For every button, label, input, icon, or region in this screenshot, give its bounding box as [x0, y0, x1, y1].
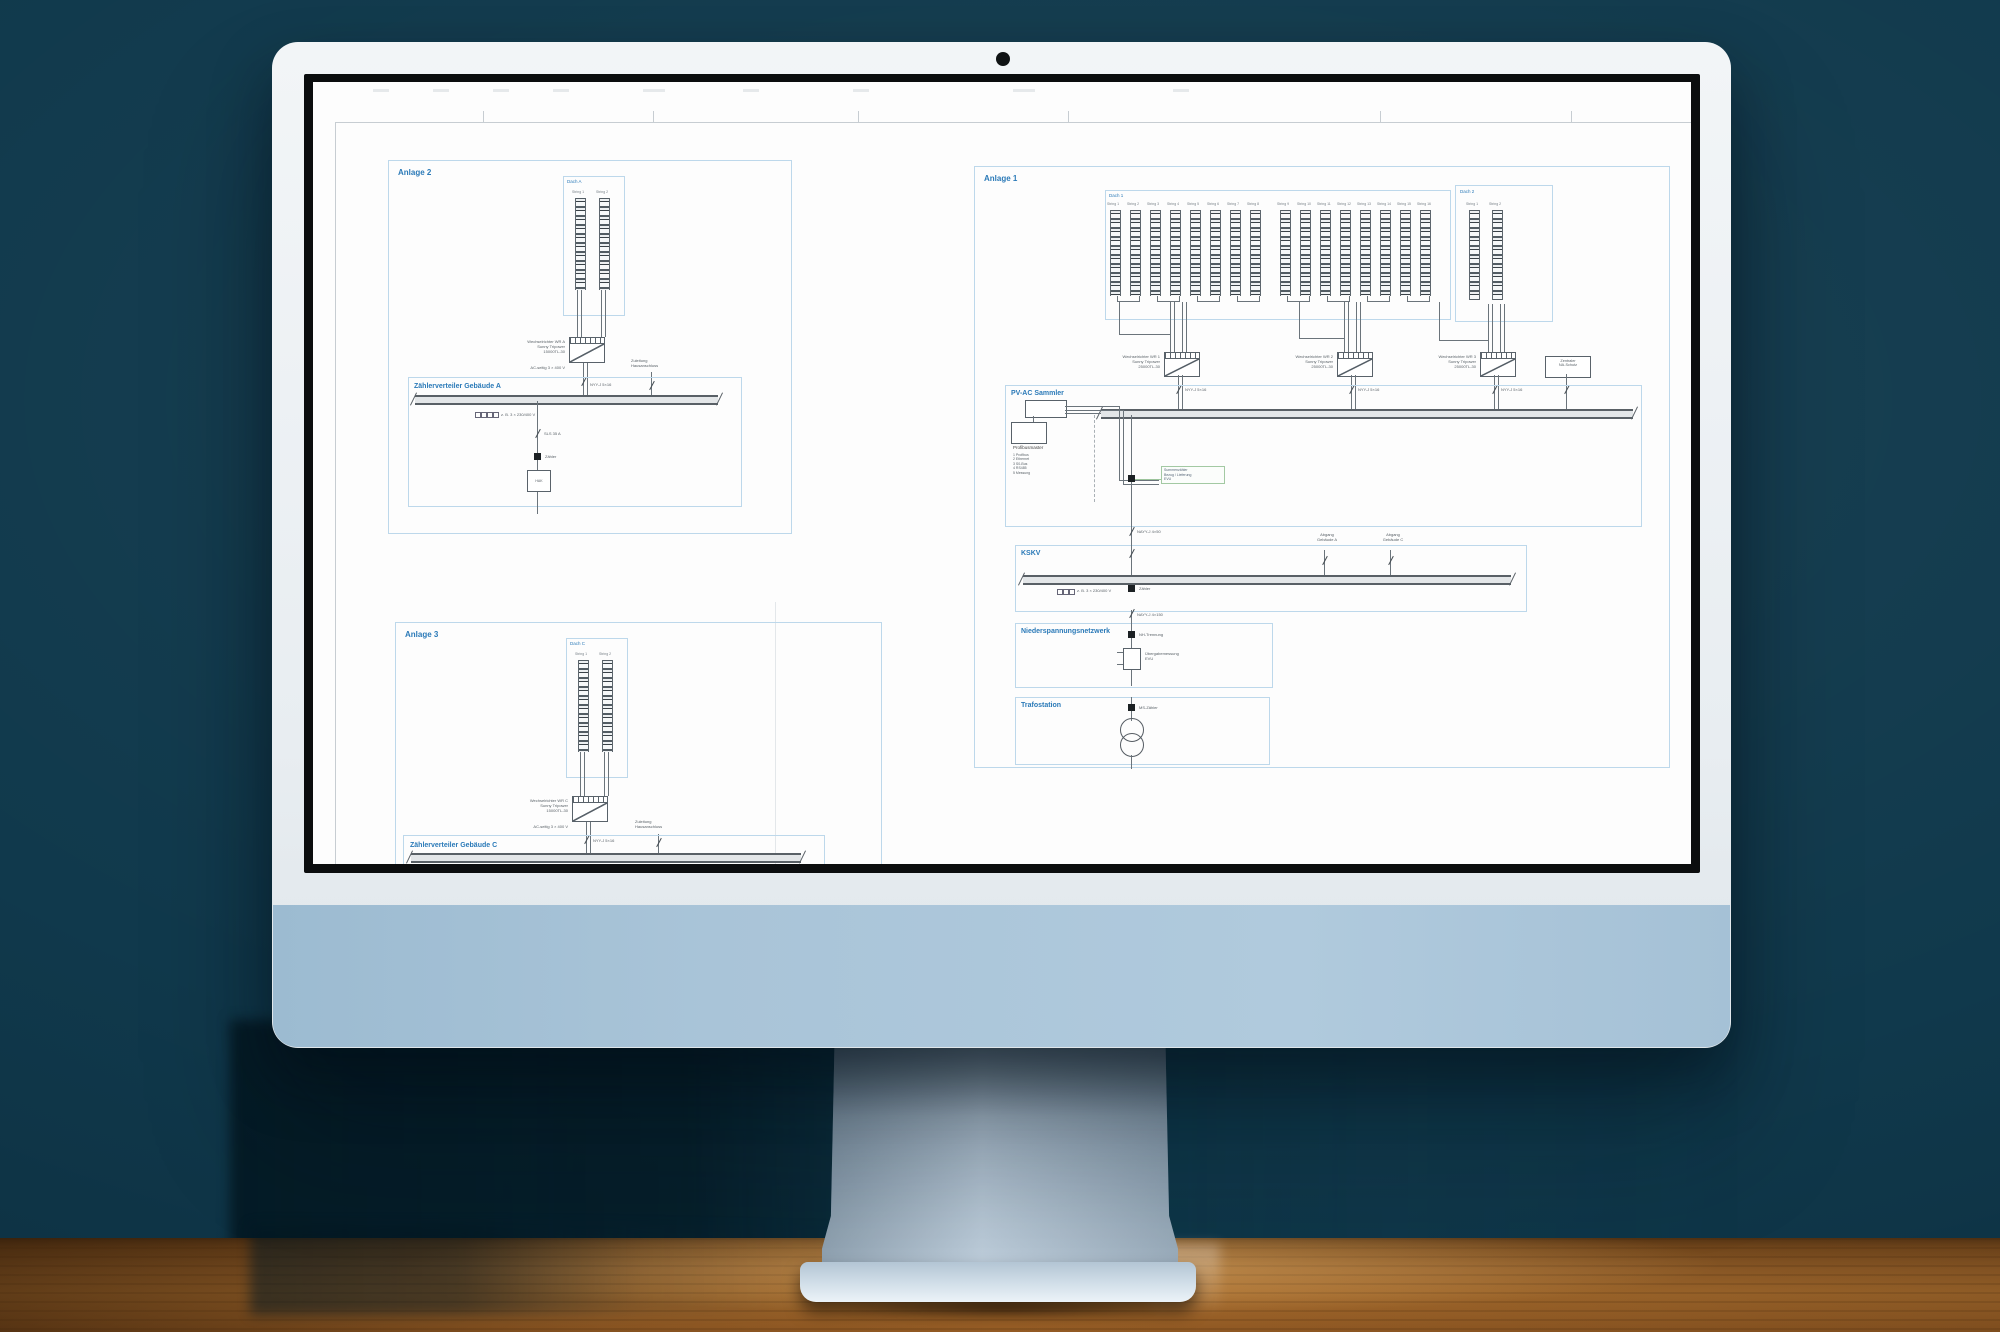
pv-string: String 1	[575, 190, 584, 290]
meter-icon	[1128, 475, 1135, 482]
pv-string: String 3	[1150, 202, 1159, 296]
anlage2-inverter[interactable]	[569, 337, 605, 363]
anlage3-title: Anlage 3	[405, 630, 438, 639]
anlage2-busbar	[415, 395, 718, 405]
anlage1-inverter1-label: Wechselrichter WR 1Sunny Tripower25000TL…	[1106, 354, 1160, 369]
display-screen: Anlage 2 Dach A String 1 String 2 Wechsel…	[313, 82, 1691, 864]
pv-string: String 10	[1300, 202, 1309, 296]
pv-string: String 8	[1250, 202, 1259, 296]
kskv-feeder-a-label: AbgangGebäude A	[1307, 532, 1347, 542]
anlage2-inverter-sublabel: AC-seitig 3 × 400 V	[513, 365, 565, 370]
anlage1-inverter-1[interactable]	[1164, 352, 1200, 377]
pv-string: String 2	[1492, 202, 1501, 300]
imac-stand-pedestal	[822, 1046, 1178, 1264]
na-protection-box[interactable]: ZentralerNA-Schutz	[1545, 356, 1591, 378]
pv-ac-busbar	[1101, 409, 1633, 419]
nsp-meter-label: NH-Trennung	[1139, 632, 1163, 637]
metering-note: SummenzählerBezug / LieferungEVU	[1161, 466, 1225, 484]
pv-string: String 12	[1340, 202, 1349, 296]
anlage3-roof-label: Dach C	[570, 641, 585, 646]
kskv-label: KSKV	[1021, 550, 1040, 557]
pv-string: String 2	[602, 652, 611, 752]
kskv-meter-label: Zähler	[1139, 586, 1150, 591]
sammler-down-label: NAYY-J 4×50	[1137, 529, 1161, 534]
kskv-feeder-c-label: AbgangGebäude C	[1373, 532, 1413, 542]
meter-icon	[534, 453, 541, 460]
anlage2-feed-label: ZuleitungHausanschluss	[631, 358, 658, 368]
nsp-device-label: ÜbergabemessungEVU	[1145, 651, 1179, 661]
webcam-icon	[996, 52, 1010, 66]
imac-stand-base	[800, 1262, 1196, 1302]
profibus-label: Profibusmaster	[1013, 445, 1043, 451]
pv-string: String 2	[599, 190, 608, 290]
anlage1-inverter2-label: Wechselrichter WR 2Sunny Tripower25000TL…	[1279, 354, 1333, 369]
pv-string: String 15	[1400, 202, 1409, 296]
pv-string: String 5	[1190, 202, 1199, 296]
datalogger-device[interactable]	[1025, 400, 1067, 418]
anlage3-inverter-sublabel: AC-seitig 3 × 400 V	[516, 824, 568, 829]
anlage3-busbox-label: Zählerverteiler Gebäude C	[410, 842, 497, 849]
pv-string: String 9	[1280, 202, 1289, 296]
profibus-device[interactable]	[1011, 422, 1047, 444]
anlage1-roof2-label: Dach 2	[1460, 189, 1474, 194]
anlage1-title: Anlage 1	[984, 174, 1017, 183]
diagram-canvas[interactable]: Anlage 2 Dach A String 1 String 2 Wechsel…	[313, 82, 1691, 864]
pv-string: String 2	[1130, 202, 1139, 296]
anlage1-roof1-label: Dach 1	[1109, 193, 1123, 198]
pv-string: String 1	[1469, 202, 1478, 300]
anlage1-inverter-3[interactable]	[1480, 352, 1516, 377]
anlage1-roof1-strings: String 1 String 2 String 3 String 4 String 5…	[1110, 202, 1429, 296]
meter-icon	[1128, 631, 1135, 638]
pv-ac-sammler-label: PV-AC Sammler	[1011, 390, 1064, 397]
pv-string: String 1	[578, 652, 587, 752]
pv-string: String 7	[1230, 202, 1239, 296]
pv-string: String 6	[1210, 202, 1219, 296]
kskv-busbar	[1023, 575, 1511, 585]
pv-string: String 14	[1380, 202, 1389, 296]
pv-string: String 11	[1320, 202, 1329, 296]
trafo-meter-label: MS-Zähler	[1139, 705, 1158, 710]
anlage2-string-group: String 1 String 2	[575, 190, 608, 290]
anlage3-inverter[interactable]	[572, 796, 608, 822]
trafo-label: Trafostation	[1021, 702, 1061, 709]
anlage1-inverter-2[interactable]	[1337, 352, 1373, 377]
kskv-system-label: z. B. 3 × 230/400 V	[1077, 588, 1111, 593]
anlage1-inverter3-label: Wechselrichter WR 3Sunny Tripower25000TL…	[1422, 354, 1476, 369]
anlage2-title: Anlage 2	[398, 168, 431, 177]
pv-string: String 4	[1170, 202, 1179, 296]
anlage3-feed-label: ZuleitungHausanschluss	[635, 819, 662, 829]
pv-string: String 13	[1360, 202, 1369, 296]
transformer-icon	[1120, 733, 1144, 757]
nsp-label: Niederspannungsnetzwerk	[1021, 628, 1110, 635]
scene: Anlage 2 Dach A String 1 String 2 Wechsel…	[0, 0, 2000, 1332]
anlage3-busbar	[411, 853, 801, 863]
kskv-down-label: NAYY-J 4×150	[1137, 612, 1163, 617]
anlage2-roof-label: Dach A	[567, 179, 582, 184]
pv-string: String 16	[1420, 202, 1429, 296]
anlage2-busbox-label: Zählerverteiler Gebäude A	[414, 383, 501, 390]
anlage3-inverter-label: Wechselrichter WR CSunny Tripower15000TL…	[510, 798, 568, 813]
anlage3-string-group: String 1 String 2	[578, 652, 611, 752]
meter-icon	[1128, 585, 1135, 592]
bus-legend: 1 Profibus2 Ethernet3 S0-Bus4 RS4855 Mes…	[1013, 453, 1030, 475]
pv-string: String 1	[1110, 202, 1119, 296]
anlage1-roof2-strings: String 1 String 2	[1469, 202, 1501, 300]
metering-device	[1123, 648, 1141, 670]
imac-chin	[273, 905, 1730, 1047]
anlage2-inverter-label: Wechselrichter WR ASunny Tripower15000TL…	[507, 339, 565, 354]
meter-icon	[1128, 704, 1135, 711]
